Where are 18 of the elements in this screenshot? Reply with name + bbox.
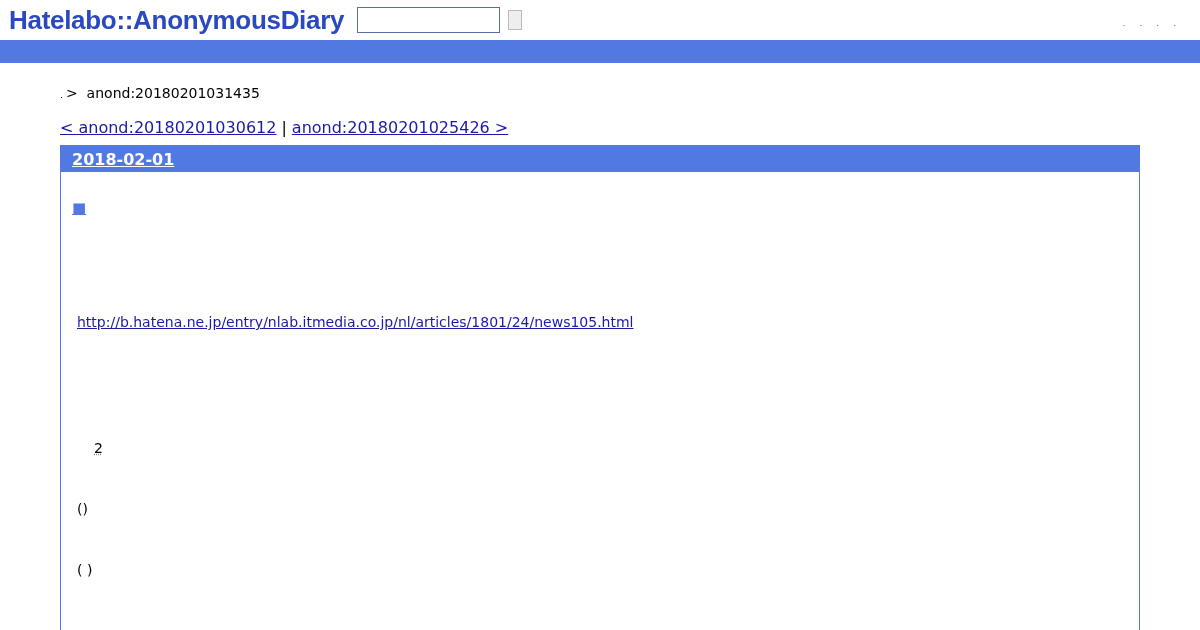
entry-permalink[interactable]: ■ [72, 199, 87, 217]
entry-text: () [77, 501, 89, 517]
header-link[interactable]: . [1156, 18, 1160, 28]
entry-text: ( ) [77, 562, 94, 578]
footnote-link[interactable]: 2 [94, 440, 103, 456]
breadcrumb-current: anond:20180201031435 [86, 85, 260, 101]
next-entry-link[interactable]: anond:20180201025426 > [291, 118, 509, 137]
breadcrumb-link[interactable]: . [60, 90, 63, 100]
previous-entry-link[interactable]: < anond:20180201030612 [60, 118, 277, 137]
entry-link[interactable]: http://b.hatena.ne.jp/entry/nlab.itmedia.co.jp/nl/articles/1801/24/news105.html [77, 314, 634, 330]
pager-separator: | [281, 118, 287, 137]
search-field[interactable] [357, 7, 501, 33]
site-logo[interactable]: Hatelabo::AnonymousDiary [9, 4, 345, 36]
header-link[interactable]: . [1122, 18, 1126, 28]
header-link[interactable]: . [1173, 18, 1176, 28]
date-link[interactable]: 2018-02-01 [72, 149, 175, 169]
breadcrumb-separator: > [65, 85, 78, 101]
header-link[interactable]: . [1139, 18, 1143, 28]
